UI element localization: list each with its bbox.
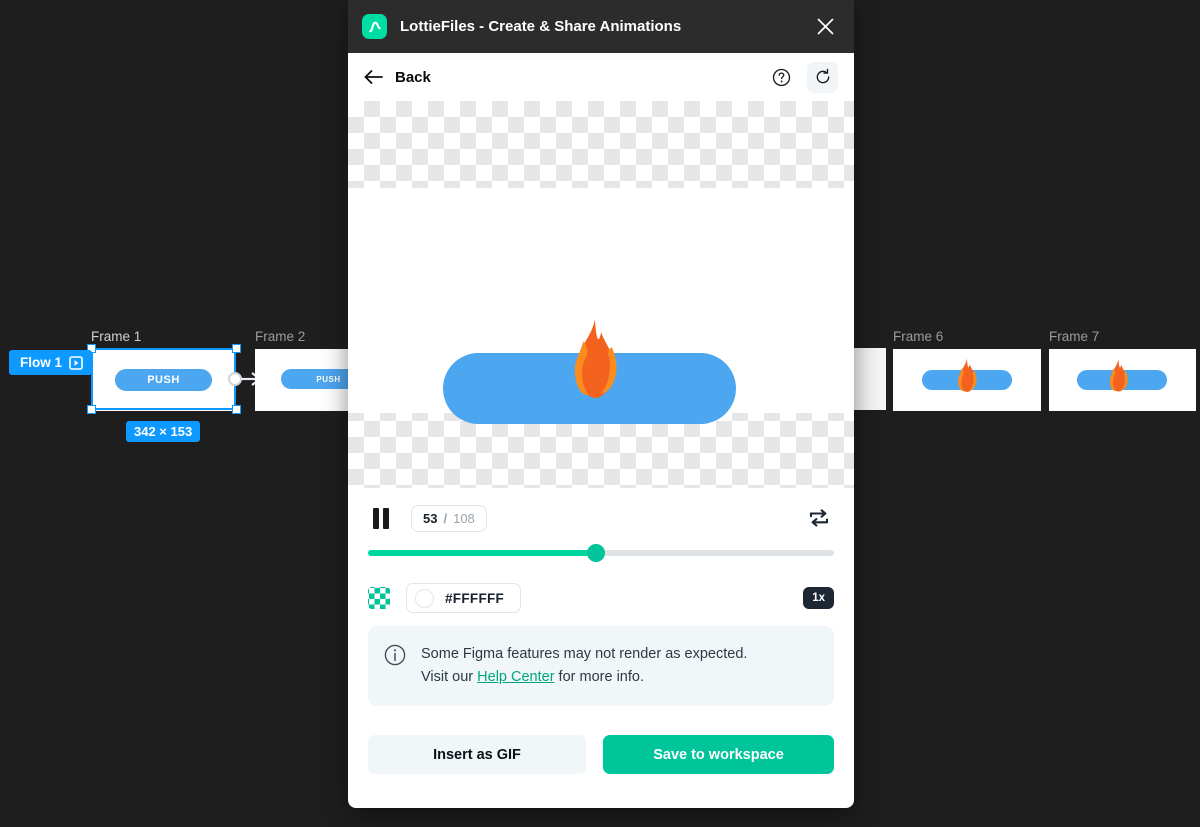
arrow-left-icon xyxy=(364,70,383,84)
push-button: PUSH xyxy=(115,369,212,391)
modal-toolbar: Back xyxy=(348,53,854,101)
frame-label[interactable]: Frame 6 xyxy=(893,329,1041,345)
frame-group-1[interactable]: Frame 1 PUSH xyxy=(91,329,236,411)
animation-preview-stage[interactable] xyxy=(348,101,854,488)
flame-icon xyxy=(1109,359,1128,392)
flame-icon xyxy=(958,358,977,392)
selection-handle-br[interactable] xyxy=(232,405,241,414)
frame-counter-input[interactable]: 53 / 108 xyxy=(411,504,487,532)
color-circle-icon xyxy=(415,588,434,608)
total-frames-value: 108 xyxy=(453,510,475,526)
modal-titlebar: LottieFiles - Create & Share Animations xyxy=(348,0,854,53)
frame-group-6[interactable]: Frame 6 xyxy=(893,329,1041,411)
frame-separator: / xyxy=(443,510,448,526)
flow-badge-label: Flow 1 xyxy=(20,355,63,370)
notice-line-2-prefix: Visit our xyxy=(421,669,478,685)
frame-label[interactable]: Frame 1 xyxy=(91,329,236,345)
flow-badge[interactable]: Flow 1 xyxy=(9,350,93,375)
figma-render-notice: Some Figma features may not render as ex… xyxy=(368,626,834,706)
modal-footer: Insert as GIF Save to workspace xyxy=(348,735,854,808)
checkerboard-swatch-icon[interactable] xyxy=(368,587,390,609)
pause-icon[interactable] xyxy=(368,505,394,531)
notice-line-2-suffix: for more info. xyxy=(554,669,644,685)
lottiefiles-logo-icon xyxy=(362,14,387,39)
background-color-value: #FFFFFF xyxy=(445,590,505,606)
back-button[interactable]: Back xyxy=(364,69,431,86)
notice-text: Some Figma features may not render as ex… xyxy=(421,643,747,689)
refresh-icon[interactable] xyxy=(807,61,838,93)
help-center-link[interactable]: Help Center xyxy=(477,669,554,685)
selection-handle-tr[interactable] xyxy=(232,344,241,353)
frame-canvas[interactable] xyxy=(1049,349,1196,411)
loop-icon[interactable] xyxy=(804,505,834,531)
playback-row: 53 / 108 xyxy=(368,500,834,536)
background-color-field[interactable]: #FFFFFF xyxy=(406,583,522,613)
frame-canvas[interactable] xyxy=(893,349,1041,411)
flame-icon xyxy=(574,319,617,398)
frame-canvas[interactable]: PUSH xyxy=(91,349,236,411)
play-flow-icon xyxy=(69,355,83,370)
current-frame-value: 53 xyxy=(423,510,438,526)
selection-handle-bl[interactable] xyxy=(87,405,96,414)
connector-dot[interactable] xyxy=(228,372,242,386)
pause-bar-right xyxy=(383,507,389,529)
frame-group-7[interactable]: Frame 7 xyxy=(1049,329,1196,411)
notice-line-1: Some Figma features may not render as ex… xyxy=(421,646,748,662)
lottiefiles-plugin-modal: LottieFiles - Create & Share Animations … xyxy=(348,0,854,808)
preview-artboard xyxy=(348,188,854,424)
timeline-scrubber[interactable] xyxy=(368,544,834,562)
save-to-workspace-button[interactable]: Save to workspace xyxy=(603,735,834,774)
insert-as-gif-button[interactable]: Insert as GIF xyxy=(368,735,586,774)
back-label: Back xyxy=(395,68,431,86)
pause-bar-left xyxy=(373,507,379,529)
close-icon[interactable] xyxy=(812,14,838,40)
push-button-label: PUSH xyxy=(316,374,341,384)
question-circle-icon[interactable] xyxy=(767,63,795,91)
info-circle-icon xyxy=(384,644,406,666)
dimensions-badge: 342 × 153 xyxy=(126,421,201,442)
modal-title: LottieFiles - Create & Share Animations xyxy=(400,18,682,35)
playback-controls: 53 / 108 xyxy=(348,488,854,562)
playback-speed-button[interactable]: 1x xyxy=(803,587,834,609)
background-settings-row: #FFFFFF 1x xyxy=(348,562,854,617)
scrubber-fill xyxy=(368,550,597,556)
frame-label[interactable]: Frame 7 xyxy=(1049,329,1196,345)
scrubber-handle[interactable] xyxy=(587,544,606,562)
push-button-label: PUSH xyxy=(147,374,180,386)
